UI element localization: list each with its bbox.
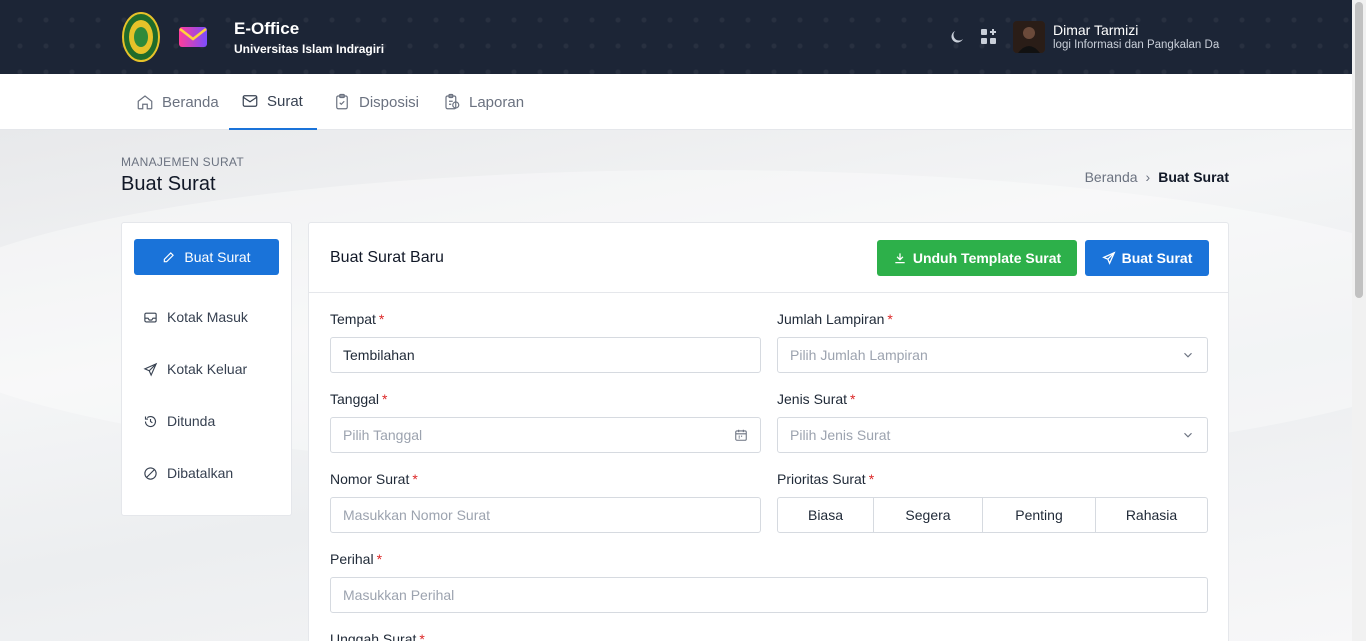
tanggal-placeholder: Pilih Tanggal (343, 427, 423, 443)
breadcrumb: Beranda › Buat Surat (1085, 169, 1229, 185)
tanggal-label: Tanggal * (330, 391, 388, 407)
report-icon (445, 93, 460, 110)
tempat-field[interactable]: Tembilahan (330, 337, 761, 373)
jenis-surat-label: Jenis Surat * (777, 391, 856, 407)
nav-label: Disposisi (359, 93, 420, 111)
chevron-down-icon (1184, 432, 1192, 438)
nav-item-surat[interactable]: Surat (229, 74, 317, 130)
prioritas-option-segera[interactable]: Segera (874, 498, 983, 532)
send-icon (143, 362, 158, 377)
jenis-surat-placeholder: Pilih Jenis Surat (790, 427, 891, 443)
download-template-label: Unduh Template Surat (912, 250, 1062, 266)
tempat-label: Tempat * (330, 311, 385, 327)
perihal-label: Perihal * (330, 551, 383, 567)
moon-icon[interactable] (948, 28, 966, 46)
user-department: logi Informasi dan Pangkalan Da (1053, 39, 1220, 51)
app-subtitle: Universitas Islam Indragiri (234, 42, 385, 56)
sidebar-item-label: Ditunda (167, 413, 216, 429)
scrollbar-thumb[interactable] (1355, 2, 1363, 298)
nomor-surat-field[interactable]: Masukkan Nomor Surat (330, 497, 761, 533)
nav-item-beranda[interactable]: Beranda (124, 74, 231, 130)
pencil-icon (164, 252, 175, 263)
sidebar-item-label: Dibatalkan (167, 465, 234, 481)
section-label: MANAJEMEN SURAT (121, 155, 244, 169)
submit-button-label: Buat Surat (1121, 250, 1193, 266)
nomor-surat-placeholder: Masukkan Nomor Surat (343, 507, 491, 523)
breadcrumb-current: Buat Surat (1158, 169, 1229, 185)
jumlah-lampiran-select[interactable]: Pilih Jumlah Lampiran (777, 337, 1208, 373)
card-title: Buat Surat Baru (330, 249, 444, 266)
inbox-icon (144, 312, 157, 322)
perihal-placeholder: Masukkan Perihal (343, 587, 455, 603)
send-icon (1101, 251, 1116, 265)
university-logo-icon (122, 12, 160, 62)
top-header: E-Office Universitas Islam Indragiri Dim… (0, 0, 1352, 74)
nomor-surat-label: Nomor Surat * (330, 471, 418, 487)
sidebar-item-kotak-keluar[interactable]: Kotak Keluar (143, 361, 247, 377)
sidebar-item-dibatalkan[interactable]: Dibatalkan (143, 465, 233, 481)
sidebar-item-kotak-masuk[interactable]: Kotak Masuk (143, 309, 248, 325)
prioritas-option-biasa[interactable]: Biasa (778, 498, 874, 532)
download-icon (895, 253, 905, 264)
tempat-value: Tembilahan (343, 347, 415, 363)
prioritas-option-penting[interactable]: Penting (983, 498, 1096, 532)
mail-sidebar: Buat Surat Kotak Masuk Kotak Keluar Ditu… (121, 222, 292, 516)
unggah-label: Unggah Surat * (330, 631, 425, 641)
card-header: Buat Surat Baru Unduh Template Surat Bua… (309, 223, 1228, 293)
compose-button[interactable]: Buat Surat (134, 239, 279, 275)
nav-label: Surat (267, 92, 303, 110)
mail-logo-icon (179, 27, 207, 47)
home-icon (137, 95, 153, 110)
sidebar-item-label: Kotak Keluar (167, 361, 248, 377)
page-scrollbar[interactable] (1352, 0, 1366, 641)
breadcrumb-separator: › (1145, 169, 1151, 185)
jumlah-lampiran-label: Jumlah Lampiran * (777, 311, 893, 327)
prioritas-toggle-group: Biasa Segera Penting Rahasia (777, 497, 1208, 533)
sidebar-item-ditunda[interactable]: Ditunda (143, 413, 215, 429)
chevron-down-icon (1184, 352, 1192, 358)
download-template-button[interactable]: Unduh Template Surat (877, 240, 1077, 276)
calendar-icon[interactable] (734, 428, 748, 442)
apps-icon[interactable] (981, 29, 997, 45)
main-nav: Beranda Surat Disposisi Laporan (0, 74, 1352, 130)
clipboard-check-icon (336, 93, 348, 110)
jenis-surat-select[interactable]: Pilih Jenis Surat (777, 417, 1208, 453)
mail-icon (242, 95, 258, 107)
prioritas-label: Prioritas Surat * (777, 471, 875, 487)
perihal-field[interactable]: Masukkan Perihal (330, 577, 1208, 613)
jumlah-lampiran-placeholder: Pilih Jumlah Lampiran (790, 347, 928, 363)
nav-item-disposisi[interactable]: Disposisi (321, 74, 431, 130)
history-icon (144, 415, 157, 427)
user-name[interactable]: Dimar Tarmizi (1053, 22, 1138, 38)
page-title: Buat Surat (121, 173, 216, 195)
prioritas-option-rahasia[interactable]: Rahasia (1096, 498, 1207, 532)
ban-icon (144, 466, 157, 480)
nav-label: Beranda (162, 93, 219, 111)
compose-button-label: Buat Surat (184, 249, 251, 265)
tanggal-field[interactable]: Pilih Tanggal (330, 417, 761, 453)
avatar[interactable] (1013, 21, 1045, 53)
nav-item-laporan[interactable]: Laporan (431, 74, 536, 130)
sidebar-item-label: Kotak Masuk (167, 309, 248, 325)
app-title: E-Office (234, 19, 300, 38)
nav-label: Laporan (469, 93, 525, 111)
compose-form-card: Buat Surat Baru Unduh Template Surat Bua… (308, 222, 1229, 641)
breadcrumb-link-beranda[interactable]: Beranda (1085, 169, 1138, 185)
submit-button[interactable]: Buat Surat (1085, 240, 1209, 276)
